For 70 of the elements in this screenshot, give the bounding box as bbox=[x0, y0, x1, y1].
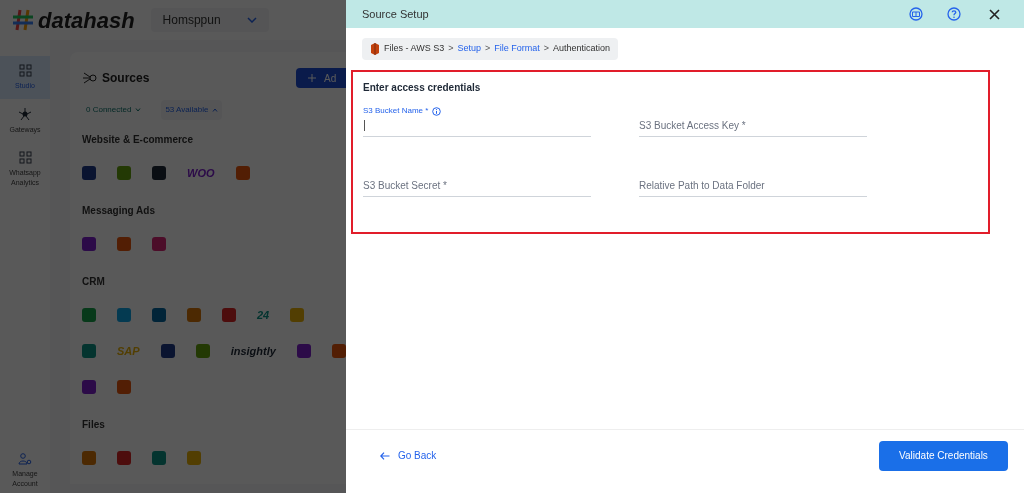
plus-icon bbox=[308, 74, 316, 82]
filter-dropdown[interactable]: 53 Available bbox=[161, 100, 223, 120]
source-logo-icon[interactable] bbox=[82, 451, 96, 465]
source-logo-icon[interactable] bbox=[117, 380, 131, 394]
source-logo-icon[interactable] bbox=[117, 166, 131, 180]
panel-title: Source Setup bbox=[362, 6, 429, 22]
category-title: Files bbox=[82, 418, 106, 432]
source-logo-icon[interactable] bbox=[117, 451, 131, 465]
field-label: S3 Bucket Name * bbox=[363, 105, 429, 117]
source-logo-icon[interactable] bbox=[195, 344, 210, 358]
user-gear-icon bbox=[18, 453, 32, 465]
breadcrumb-text: Authentication bbox=[553, 42, 611, 56]
source-logo-icon[interactable] bbox=[82, 166, 96, 180]
source-logo-icon[interactable] bbox=[296, 344, 311, 358]
source-logo-icon[interactable] bbox=[290, 308, 305, 322]
source-logo[interactable]: WOO bbox=[187, 166, 215, 180]
input-field[interactable]: S3 Bucket Secret * bbox=[363, 175, 591, 197]
category-title: CRM bbox=[82, 275, 106, 289]
source-logo-icon[interactable] bbox=[117, 237, 131, 251]
source-logo-icon[interactable] bbox=[152, 308, 166, 322]
source-logo-icon[interactable] bbox=[235, 166, 250, 180]
source-logo-icon[interactable] bbox=[187, 451, 201, 465]
source-logo[interactable]: insightly bbox=[230, 344, 276, 358]
source-logo-icon[interactable] bbox=[152, 237, 166, 251]
category-title: Messaging Ads bbox=[82, 204, 156, 218]
info-icon[interactable] bbox=[432, 106, 442, 116]
network-icon bbox=[18, 107, 32, 121]
source-logo-icon[interactable] bbox=[117, 308, 131, 322]
breadcrumb-separator: > bbox=[448, 42, 454, 56]
source-logo-icon[interactable] bbox=[82, 237, 96, 251]
text-cursor bbox=[364, 120, 365, 131]
breadcrumb-link[interactable]: Setup bbox=[457, 42, 481, 56]
breadcrumb-text: Files - AWS S3 bbox=[384, 42, 445, 56]
back-link[interactable]: Go Back bbox=[380, 448, 437, 463]
breadcrumb-separator: > bbox=[485, 42, 491, 56]
chevron-up-icon bbox=[212, 108, 219, 112]
source-logo-icon[interactable] bbox=[187, 308, 201, 322]
input-field[interactable]: Relative Path to Data Folder bbox=[639, 175, 867, 197]
page-title: Sources bbox=[102, 70, 150, 87]
source-logo-icon[interactable] bbox=[160, 344, 175, 358]
source-logo[interactable]: SAP bbox=[117, 344, 140, 358]
chevron-down-icon bbox=[135, 108, 142, 112]
source-logo-icon[interactable] bbox=[82, 380, 96, 394]
logo-text: datahash bbox=[38, 6, 135, 35]
section-title: Enter access credentials bbox=[363, 81, 482, 95]
input-field[interactable]: S3 Bucket Access Key * bbox=[639, 115, 867, 137]
source-logo-icon[interactable] bbox=[331, 344, 346, 358]
hash-logo-icon bbox=[12, 9, 34, 31]
source-logo-icon[interactable] bbox=[152, 166, 166, 180]
source-logo-icon[interactable] bbox=[82, 308, 96, 322]
validate-button[interactable]: Validate Credentials bbox=[879, 440, 1008, 471]
help-icon[interactable] bbox=[947, 7, 961, 21]
grid-icon bbox=[18, 151, 32, 164]
bucket-icon bbox=[370, 43, 380, 55]
category-title: Website & E-commerce bbox=[82, 133, 194, 147]
arrow-left-icon bbox=[380, 451, 390, 460]
source-logo-icon[interactable] bbox=[82, 344, 96, 358]
sources-icon bbox=[82, 71, 98, 85]
grid-icon bbox=[18, 64, 32, 77]
workspace-dropdown[interactable]: Homsppun bbox=[150, 8, 269, 32]
chevron-down-icon bbox=[246, 17, 257, 23]
filter-dropdown[interactable]: 0 Connected bbox=[82, 100, 146, 120]
close-icon[interactable] bbox=[989, 8, 1000, 20]
add-button[interactable]: Ad bbox=[296, 68, 346, 88]
breadcrumb-separator: > bbox=[543, 42, 550, 56]
source-logo[interactable]: 24 bbox=[257, 308, 270, 322]
source-logo-icon[interactable] bbox=[222, 308, 236, 322]
breadcrumb-link[interactable]: File Format bbox=[494, 42, 540, 56]
source-logo-icon[interactable] bbox=[152, 451, 166, 465]
book-icon[interactable] bbox=[909, 7, 923, 21]
